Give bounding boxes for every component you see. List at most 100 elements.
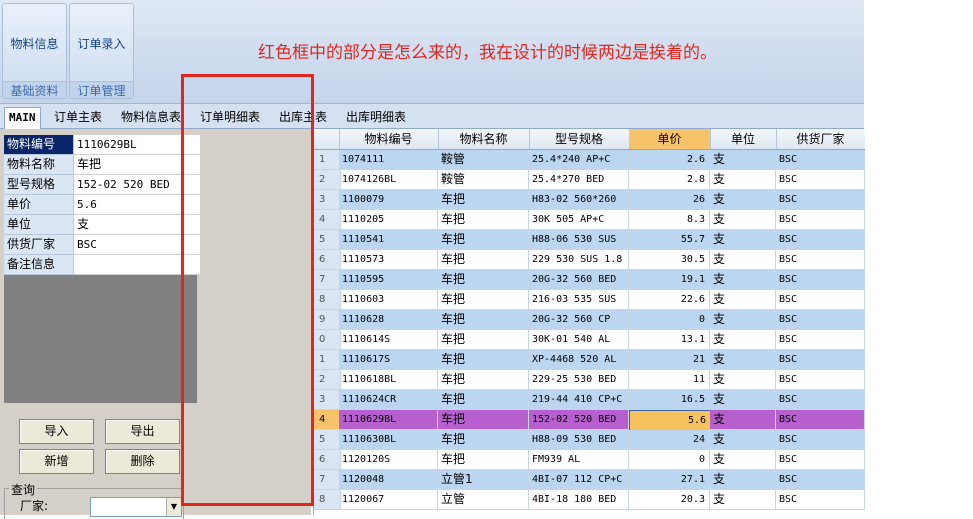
row-number[interactable]: 0 — [314, 330, 341, 350]
order-entry-button[interactable]: 订单录入 — [70, 4, 133, 82]
cell-name[interactable]: 车把 — [438, 410, 529, 430]
cell-price[interactable]: 19.1 — [629, 270, 710, 290]
tab-material-info[interactable]: 物料信息表 — [117, 107, 185, 127]
cell-code[interactable]: 1120048 — [339, 470, 438, 490]
cell-spec[interactable]: 152-02 520 BED — [529, 410, 629, 430]
cell-code[interactable]: 1110618BL — [339, 370, 438, 390]
unit-field[interactable]: 支 — [74, 215, 200, 235]
tab-outbound-master[interactable]: 出库主表 — [275, 107, 331, 127]
table-row[interactable]: 5 1110541 车把 H88-06 530 SUS 55.7 支 BSC — [314, 230, 865, 250]
cell-name[interactable]: 立管1 — [438, 470, 529, 490]
cell-vendor[interactable]: BSC — [776, 290, 865, 310]
cell-code[interactable]: 1110624CR — [339, 390, 438, 410]
row-number[interactable]: 9 — [314, 310, 341, 330]
spec-field[interactable]: 152-02 520 BED — [74, 175, 200, 195]
row-number[interactable]: 1 — [314, 150, 341, 170]
cell-spec[interactable]: 20G-32 560 CP — [529, 310, 629, 330]
cell-spec[interactable]: 4BI-18 180 BED — [529, 490, 629, 510]
row-number[interactable]: 7 — [314, 470, 341, 490]
row-number[interactable]: 6 — [314, 450, 341, 470]
price-field[interactable]: 5.6 — [74, 195, 200, 215]
cell-name[interactable]: 车把 — [438, 330, 529, 350]
tab-order-master[interactable]: 订单主表 — [50, 107, 106, 127]
cell-price[interactable]: 5.6 — [629, 410, 711, 431]
cell-name[interactable]: 车把 — [438, 210, 529, 230]
cell-name[interactable]: 鞍管 — [438, 150, 529, 170]
column-header-name[interactable]: 物料名称 — [438, 129, 530, 149]
cell-unit[interactable]: 支 — [710, 330, 776, 350]
table-row[interactable]: 8 1110603 车把 216-03 535 SUS 22.6 支 BSC — [314, 290, 865, 310]
cell-vendor[interactable]: BSC — [776, 370, 865, 390]
row-number[interactable]: 7 — [314, 270, 341, 290]
cell-name[interactable]: 车把 — [438, 430, 529, 450]
table-row[interactable]: 3 1110624CR 车把 219-44 410 CP+C 16.5 支 BSC — [314, 390, 865, 410]
cell-price[interactable]: 2.6 — [629, 150, 710, 170]
import-button[interactable]: 导入 — [19, 419, 94, 444]
cell-code[interactable]: 1110630BL — [339, 430, 438, 450]
cell-spec[interactable]: H88-06 530 SUS — [529, 230, 629, 250]
cell-vendor[interactable]: BSC — [776, 450, 865, 470]
cell-code[interactable]: 1110603 — [339, 290, 438, 310]
table-row-selected[interactable]: 4 1110629BL 车把 152-02 520 BED 5.6 支 BSC — [314, 410, 865, 431]
cell-vendor[interactable]: BSC — [776, 210, 865, 230]
cell-vendor[interactable]: BSC — [776, 170, 865, 190]
vendor-query-select[interactable]: ▼ — [90, 497, 182, 517]
cell-code[interactable]: 1120067 — [339, 490, 438, 510]
cell-name[interactable]: 车把 — [438, 250, 529, 270]
cell-unit[interactable]: 支 — [710, 390, 776, 410]
cell-vendor[interactable]: BSC — [776, 310, 865, 330]
material-info-button[interactable]: 物料信息 — [3, 4, 66, 82]
column-header-code[interactable]: 物料编号 — [339, 129, 439, 149]
code-field[interactable]: 1110629BL — [74, 135, 200, 155]
cell-price[interactable]: 0 — [629, 310, 710, 330]
cell-unit[interactable]: 支 — [710, 410, 776, 430]
cell-vendor[interactable]: BSC — [776, 470, 865, 490]
export-button[interactable]: 导出 — [105, 419, 180, 444]
cell-name[interactable]: 车把 — [438, 190, 529, 210]
row-number[interactable]: 3 — [314, 190, 341, 210]
cell-spec[interactable]: 4BI-07 112 CP+C — [529, 470, 629, 490]
cell-vendor[interactable]: BSC — [776, 230, 865, 250]
cell-spec[interactable]: XP-4468 520 AL — [529, 350, 629, 370]
cell-unit[interactable]: 支 — [710, 190, 776, 210]
column-header-price[interactable]: 单价 — [629, 129, 711, 149]
cell-vendor[interactable]: BSC — [776, 390, 865, 410]
cell-name[interactable]: 车把 — [438, 310, 529, 330]
cell-price[interactable]: 16.5 — [629, 390, 710, 410]
cell-spec[interactable]: 219-44 410 CP+C — [529, 390, 629, 410]
column-header-vendor[interactable]: 供货厂家 — [776, 129, 865, 149]
cell-price[interactable]: 20.3 — [629, 490, 710, 510]
delete-button[interactable]: 删除 — [105, 449, 180, 474]
cell-code[interactable]: 1110541 — [339, 230, 438, 250]
row-number[interactable]: 6 — [314, 250, 341, 270]
column-header-unit[interactable]: 单位 — [710, 129, 777, 149]
cell-price[interactable]: 0 — [629, 450, 710, 470]
cell-unit[interactable]: 支 — [710, 250, 776, 270]
table-row[interactable]: 0 1110614S 车把 30K-01 540 AL 13.1 支 BSC — [314, 330, 865, 350]
cell-price[interactable]: 13.1 — [629, 330, 710, 350]
cell-unit[interactable]: 支 — [710, 270, 776, 290]
cell-spec[interactable]: H88-09 530 BED — [529, 430, 629, 450]
cell-name[interactable]: 车把 — [438, 230, 529, 250]
table-row[interactable]: 9 1110628 车把 20G-32 560 CP 0 支 BSC — [314, 310, 865, 330]
cell-spec[interactable]: 216-03 535 SUS — [529, 290, 629, 310]
table-row[interactable]: 5 1110630BL 车把 H88-09 530 BED 24 支 BSC — [314, 430, 865, 450]
cell-name[interactable]: 车把 — [438, 270, 529, 290]
cell-price[interactable]: 26 — [629, 190, 710, 210]
cell-code[interactable]: 1074111 — [339, 150, 438, 170]
cell-unit[interactable]: 支 — [710, 290, 776, 310]
cell-unit[interactable]: 支 — [710, 170, 776, 190]
cell-spec[interactable]: 229-25 530 BED — [529, 370, 629, 390]
cell-code[interactable]: 1110595 — [339, 270, 438, 290]
cell-name[interactable]: 车把 — [438, 390, 529, 410]
cell-price[interactable]: 8.3 — [629, 210, 710, 230]
cell-code[interactable]: 1110573 — [339, 250, 438, 270]
cell-price[interactable]: 21 — [629, 350, 710, 370]
cell-spec[interactable]: FM939 AL — [529, 450, 629, 470]
table-row[interactable]: 2 1110618BL 车把 229-25 530 BED 11 支 BSC — [314, 370, 865, 390]
cell-unit[interactable]: 支 — [710, 210, 776, 230]
table-row[interactable]: 6 1120120S 车把 FM939 AL 0 支 BSC — [314, 450, 865, 470]
table-row[interactable]: 1 1110617S 车把 XP-4468 520 AL 21 支 BSC — [314, 350, 865, 370]
cell-name[interactable]: 车把 — [438, 450, 529, 470]
cell-vendor[interactable]: BSC — [776, 150, 865, 170]
